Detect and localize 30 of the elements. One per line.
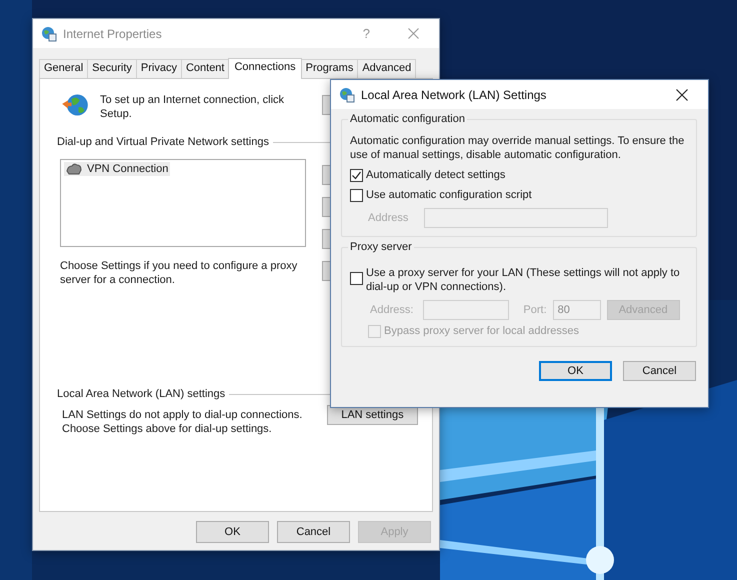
globe-icon <box>339 86 355 102</box>
close-icon <box>408 28 419 39</box>
window-title: Internet Properties <box>63 26 162 40</box>
checkbox[interactable]: Use a proxy server for your LAN (These settings will not apply to dial-up or VPN connections). <box>350 266 688 294</box>
section-heading: Dial-up and Virtual Private Network settings <box>57 135 269 149</box>
section-heading: Local Area Network (LAN) settings <box>57 387 226 401</box>
close-icon <box>676 88 688 100</box>
dialog-button[interactable]: Cancel <box>277 521 350 543</box>
setup-text: To set up an Internet connection, click Setup. <box>100 93 286 121</box>
field-label: Address: <box>370 304 414 316</box>
tab[interactable]: General <box>39 59 88 78</box>
tab[interactable]: Advanced <box>357 59 416 78</box>
window-title: Local Area Network (LAN) Settings <box>361 88 546 102</box>
proxy-note: Choose Settings if you need to configure a proxy server for a connection. <box>60 259 298 287</box>
description-text: Automatic configuration may override manual settings. To ensure the use of manual settings, disable automatic configuration. <box>350 134 686 162</box>
tab[interactable]: Connections <box>228 58 302 79</box>
checkmark-icon <box>351 170 362 180</box>
globe-icon <box>41 26 57 42</box>
dialog-button[interactable]: OK <box>196 521 269 543</box>
dialog-button[interactable]: OK <box>539 361 612 381</box>
checkbox[interactable]: Automatically detect settings <box>350 168 688 182</box>
group-legend: Automatic configuration <box>348 113 467 126</box>
group-legend: Proxy server <box>348 241 414 254</box>
dialog-button[interactable]: Cancel <box>623 361 696 381</box>
checkbox[interactable]: Use automatic configuration script <box>350 188 688 202</box>
field-label: Port: <box>523 304 547 316</box>
lan-note: LAN Settings do not apply to dial-up connections. Choose Settings above for dial-up settings. <box>61 408 304 436</box>
network-icon <box>66 163 82 175</box>
field-label: Address <box>368 212 408 224</box>
connection-item[interactable]: VPN Connection <box>64 162 170 176</box>
